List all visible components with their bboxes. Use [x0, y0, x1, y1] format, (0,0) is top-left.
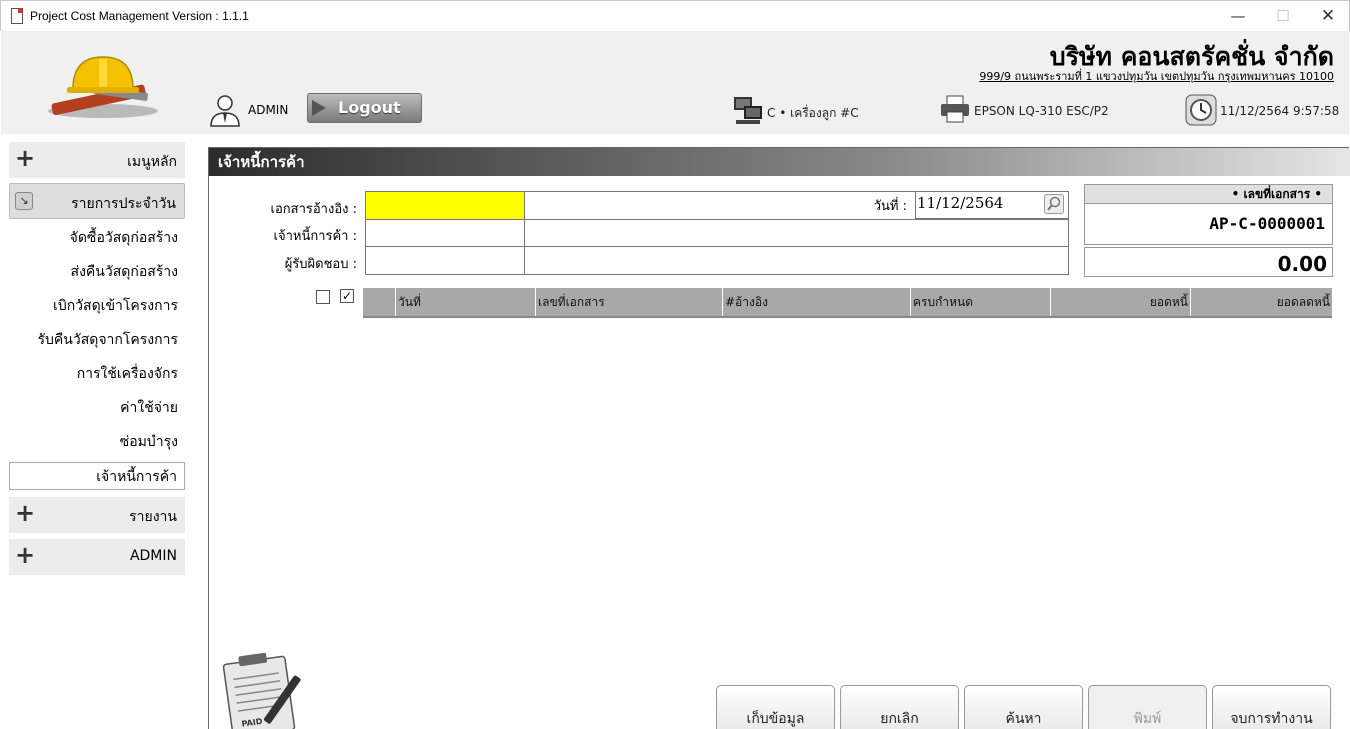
sidebar-group-label: เมนูหลัก	[127, 154, 177, 170]
sidebar-item-purchase-materials[interactable]: จัดซื้อวัสดุก่อสร้าง	[9, 224, 185, 252]
plus-icon: +	[15, 144, 36, 172]
grid-col-debt[interactable]: ยอดหนี้	[1051, 288, 1191, 316]
grid-col-date[interactable]: วันที่	[396, 288, 536, 316]
construction-tools-logo-icon	[48, 56, 158, 118]
responsible-code-input[interactable]	[365, 246, 525, 275]
ref-doc-input[interactable]	[365, 191, 525, 220]
creditor-name-field	[524, 219, 1069, 247]
responsible-label: ผู้รับผิดชอบ :	[284, 257, 357, 272]
user-name: ADMIN	[248, 103, 289, 117]
exit-button[interactable]: จบการทำงาน	[1212, 685, 1331, 729]
date-value: 11/12/2564	[917, 194, 1004, 212]
doc-number: AP-C-0000001	[1084, 203, 1333, 245]
print-button[interactable]: พิมพ์	[1088, 685, 1207, 729]
sidebar-item-return-materials[interactable]: ส่งคืนวัสดุก่อสร้าง	[9, 258, 185, 286]
grid-col-doc-no[interactable]: เลขที่เอกสาร	[536, 288, 723, 316]
responsible-name-field	[524, 246, 1069, 275]
minimize-button[interactable]: —	[1215, 1, 1261, 31]
current-datetime: 11/12/2564 9:57:58	[1220, 104, 1340, 118]
sidebar: + เมนูหลัก ↘ รายการประจำวัน จัดซื้อวัสดุ…	[1, 134, 194, 729]
date-lookup-button[interactable]	[1044, 194, 1064, 214]
app-header: บริษัท คอนสตรัคชั่น จำกัด 999/9 ถนนพระรา…	[1, 31, 1349, 134]
sidebar-group-label: รายงาน	[129, 509, 177, 525]
user-icon	[210, 95, 240, 127]
plus-icon: +	[15, 499, 36, 527]
grid-col-due[interactable]: ครบกำหนด	[911, 288, 1051, 316]
search-icon	[1047, 196, 1061, 211]
maximize-button[interactable]: ☐	[1260, 1, 1306, 31]
window-titlebar: Project Cost Management Version : 1.1.1 …	[0, 0, 1350, 31]
printer-icon	[941, 95, 969, 123]
grid-col-select	[363, 288, 396, 316]
company-address: 999/9 ถนนพระรามที่ 1 แขวงปทุมวัน เขตปทุม…	[979, 70, 1334, 83]
date-label: วันที่ :	[873, 199, 907, 214]
save-button[interactable]: เก็บข้อมูล	[716, 685, 835, 729]
sidebar-group-admin[interactable]: + ADMIN	[9, 539, 185, 575]
clock-icon	[1185, 94, 1217, 126]
printer-name: EPSON LQ-310 ESC/P2	[974, 104, 1109, 118]
app-icon	[11, 8, 23, 24]
sidebar-group-label: รายการประจำวัน	[71, 196, 176, 212]
computer-name: C • เครื่องลูก #C	[767, 106, 859, 120]
paid-clipboard-icon: PAID	[222, 652, 301, 729]
sidebar-item-machinery-usage[interactable]: การใช้เครื่องจักร	[9, 360, 185, 388]
sidebar-item-maintenance[interactable]: ซ่อมบำรุง	[9, 428, 185, 456]
total-amount: 0.00	[1084, 247, 1333, 277]
sidebar-item-expenses[interactable]: ค่าใช้จ่าย	[9, 394, 185, 422]
check-all-checkbox[interactable]: ✓	[340, 289, 354, 303]
logout-label: Logout	[338, 98, 401, 117]
search-button[interactable]: ค้นหา	[964, 685, 1083, 729]
sidebar-group-main-menu[interactable]: + เมนูหลัก	[9, 142, 185, 178]
sidebar-item-accounts-payable[interactable]: เจ้าหนี้การค้า	[9, 462, 185, 490]
creditor-code-input[interactable]	[365, 219, 525, 247]
logout-button[interactable]: Logout	[307, 93, 422, 123]
grid-header: วันที่ เลขที่เอกสาร #อ้างอิง ครบกำหนด ยอ…	[363, 288, 1332, 318]
sidebar-group-daily[interactable]: ↘ รายการประจำวัน	[9, 183, 185, 219]
sidebar-item-issue-to-project[interactable]: เบิกวัสดุเข้าโครงการ	[9, 292, 185, 320]
main-panel: เจ้าหนี้การค้า เอกสารอ้างอิง : เจ้าหนี้ก…	[208, 147, 1350, 729]
plus-icon: +	[15, 541, 36, 569]
page-title: เจ้าหนี้การค้า	[209, 148, 1350, 176]
arrow-right-icon	[312, 100, 326, 116]
creditor-label: เจ้าหนี้การค้า :	[273, 229, 357, 244]
sidebar-group-label: ADMIN	[129, 548, 177, 564]
close-button[interactable]: ✕	[1305, 1, 1350, 31]
sidebar-item-return-from-project[interactable]: รับคืนวัสดุจากโครงการ	[9, 326, 185, 354]
sidebar-group-reports[interactable]: + รายงาน	[9, 497, 185, 533]
cancel-button[interactable]: ยกเลิก	[840, 685, 959, 729]
ref-doc-label: เอกสารอ้างอิง :	[270, 202, 357, 217]
uncheck-all-checkbox[interactable]	[316, 290, 330, 304]
doc-number-header: • เลขที่เอกสาร •	[1084, 184, 1333, 204]
grid-col-ref[interactable]: #อ้างอิง	[723, 288, 911, 316]
grid-col-credit-note[interactable]: ยอดลดหนี้	[1191, 288, 1332, 316]
window-title: Project Cost Management Version : 1.1.1	[30, 9, 249, 23]
expand-arrow-icon: ↘	[15, 192, 33, 210]
computer-icon	[734, 97, 762, 124]
